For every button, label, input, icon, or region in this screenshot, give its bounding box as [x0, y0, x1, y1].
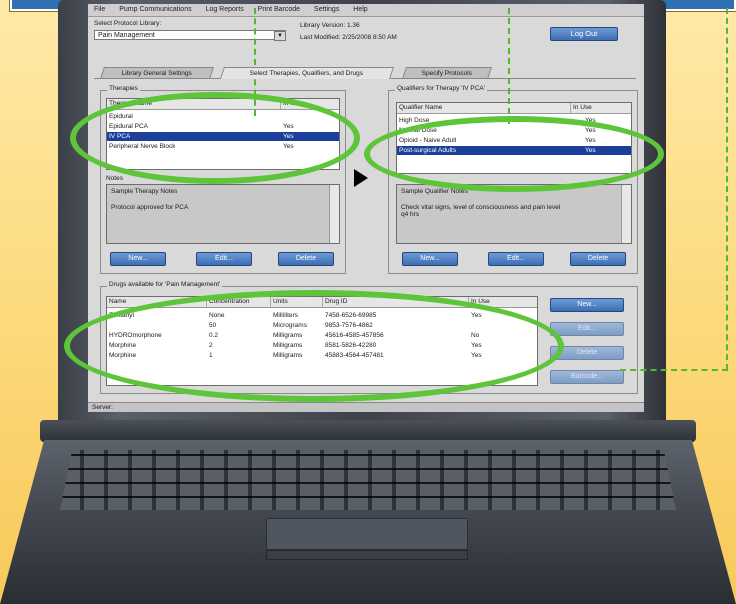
therapies-notes-title: Notes	[106, 175, 123, 182]
highlight-ring-qualifiers	[364, 116, 664, 192]
menu-bar: File Pump Communications Log Reports Pri…	[88, 4, 644, 17]
callout-line-bottom	[620, 369, 728, 371]
library-select-value: Pain Management	[98, 32, 155, 39]
last-modified: Last Modified: 2/25/2008 8:50 AM	[300, 34, 397, 41]
menu-file[interactable]: File	[88, 4, 111, 13]
menu-help[interactable]: Help	[347, 4, 373, 13]
keyboard	[60, 450, 676, 510]
notes-scrollbar[interactable]	[329, 185, 339, 243]
therapy-notes[interactable]: Sample Therapy Notes Protocol approved f…	[106, 184, 340, 244]
menu-print-barcode[interactable]: Print Barcode	[252, 4, 306, 13]
therapy-notes-line1: Sample Therapy Notes	[111, 188, 178, 195]
status-bar: Server:	[88, 402, 644, 412]
menu-log-reports[interactable]: Log Reports	[200, 4, 250, 13]
column-header-in-use[interactable]: In Use	[571, 103, 631, 113]
chevron-down-icon[interactable]: ▼	[274, 31, 286, 41]
tab-select-therapies[interactable]: Select Therapies, Qualifiers, and Drugs	[220, 67, 394, 79]
callout-line-right	[726, 8, 728, 370]
library-select[interactable]: Pain Management	[94, 30, 286, 40]
menu-settings[interactable]: Settings	[308, 4, 345, 13]
drug-edit-button[interactable]: Edit...	[550, 322, 624, 336]
qualifier-notes-line2: Check vital signs, level of consciousnes…	[401, 204, 561, 211]
qualifiers-title: Qualifiers for Therapy 'IV PCA'	[395, 85, 487, 92]
therapy-delete-button[interactable]: Delete	[278, 252, 334, 266]
status-text: Server:	[92, 404, 113, 411]
library-version: Library Version: 1.36	[300, 22, 360, 29]
qualifier-new-button[interactable]: New...	[402, 252, 458, 266]
qualifier-notes-line3: q4 hrs	[401, 211, 420, 218]
therapy-notes-line2: Protocol approved for PCA	[111, 204, 189, 211]
qualifier-edit-button[interactable]: Edit...	[488, 252, 544, 266]
therapy-edit-button[interactable]: Edit...	[196, 252, 252, 266]
arrow-right-icon	[354, 169, 368, 187]
highlight-ring-therapies	[70, 92, 360, 184]
logout-button[interactable]: Log Out	[550, 27, 618, 41]
menu-pump-communications[interactable]: Pump Communications	[113, 4, 197, 13]
notes-scrollbar[interactable]	[621, 185, 631, 243]
drug-new-button[interactable]: New...	[550, 298, 624, 312]
drug-barcode-button[interactable]: Barcode...	[550, 370, 624, 384]
drugs-title: Drugs available for 'Pain Management'	[107, 281, 223, 288]
trackpad	[266, 518, 468, 550]
callout-line-middle	[508, 8, 510, 124]
qualifier-notes[interactable]: Sample Qualifier Notes Check vital signs…	[396, 184, 632, 244]
qualifier-delete-button[interactable]: Delete	[570, 252, 626, 266]
table-header: Qualifier Name In Use	[397, 103, 631, 114]
library-label: Select Protocol Library:	[94, 20, 162, 27]
laptop-hinge	[40, 420, 696, 442]
therapy-new-button[interactable]: New...	[110, 252, 166, 266]
column-header-qualifier-name[interactable]: Qualifier Name	[397, 103, 571, 113]
trackpad-buttons	[266, 550, 468, 560]
tab-label: Select Therapies, Qualifiers, and Drugs	[250, 70, 364, 77]
therapies-title: Therapies	[107, 85, 140, 92]
highlight-ring-drugs	[64, 290, 564, 402]
